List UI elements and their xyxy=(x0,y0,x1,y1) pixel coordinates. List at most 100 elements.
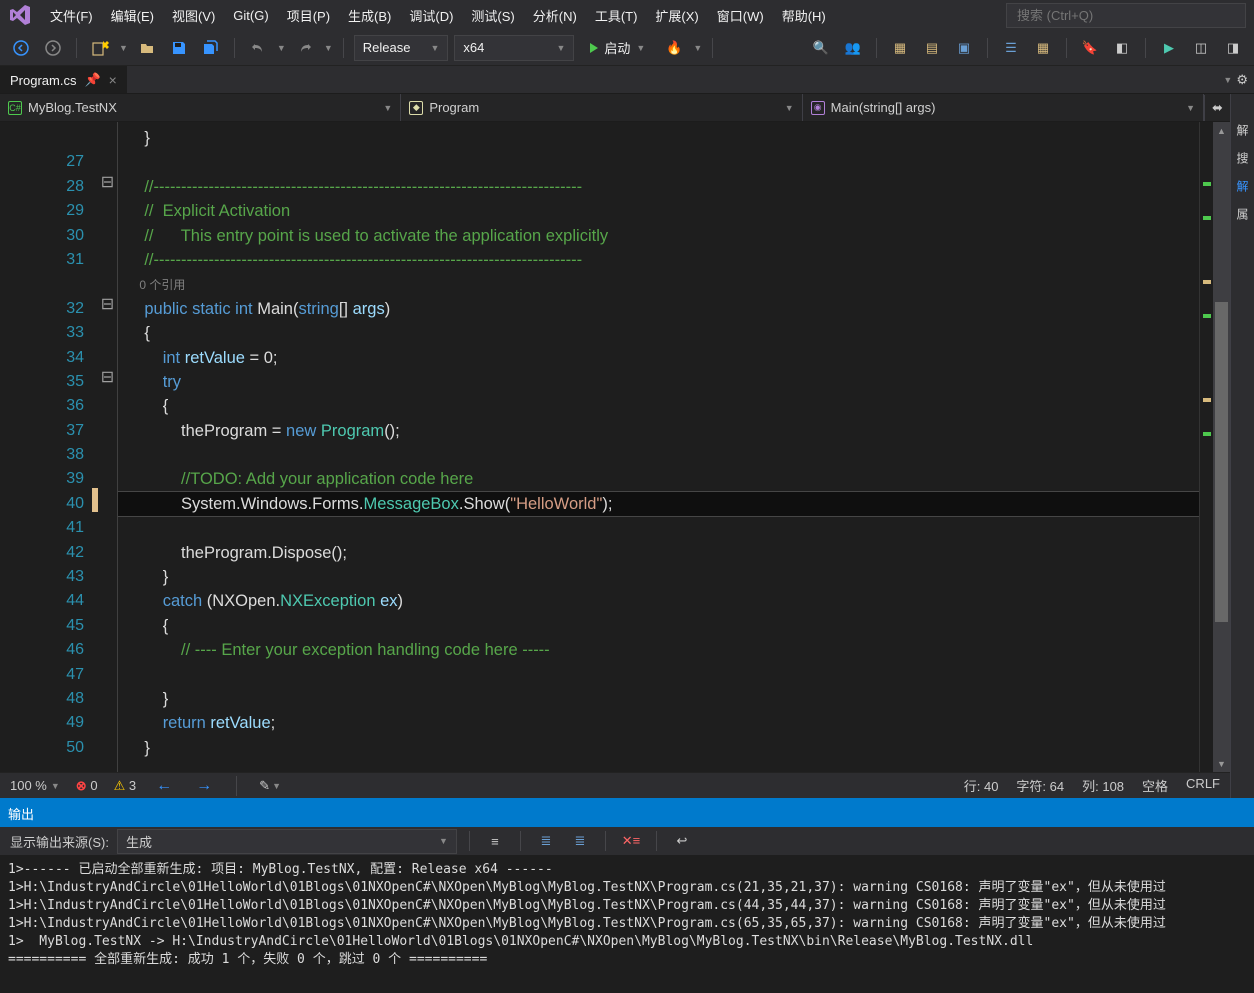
zoom-combo[interactable]: 100 %▼ xyxy=(10,778,60,793)
output-toolbar: 显示输出来源(S): 生成▼ ≡ ≣ ≣ ✕≡ ↩ xyxy=(0,827,1254,855)
bookmark-icon[interactable]: 🔖 xyxy=(1077,35,1103,61)
split-editor-icon[interactable]: ⬌ xyxy=(1204,95,1230,121)
save-button[interactable] xyxy=(166,35,192,61)
warning-count[interactable]: ⚠ 3 xyxy=(114,778,137,794)
cursor-line: 行: 40 xyxy=(964,776,999,795)
close-icon[interactable]: × xyxy=(109,72,117,88)
output-source-combo[interactable]: 生成▼ xyxy=(117,829,457,854)
tab-program-cs[interactable]: Program.cs 📌 × xyxy=(0,66,127,93)
menu-git[interactable]: Git(G) xyxy=(225,4,276,27)
settings-icon[interactable]: ⚙ xyxy=(1236,72,1248,88)
code-body[interactable]: } //------------------------------------… xyxy=(118,122,1199,772)
live-share-icon[interactable]: 👥 xyxy=(840,35,866,61)
method-icon: ◉ xyxy=(811,101,825,115)
output-tool-icon[interactable]: ≣ xyxy=(567,828,593,854)
tab-label: Program.cs xyxy=(10,73,76,88)
caret-icon[interactable]: ▼ xyxy=(119,43,128,53)
document-tabs: Program.cs 📌 × ▼ ⚙ xyxy=(0,66,1254,94)
output-tool-icon[interactable]: ≡ xyxy=(482,828,508,854)
csharp-project-icon: C# xyxy=(8,101,22,115)
tool-icon[interactable]: ▤ xyxy=(919,35,945,61)
menu-project[interactable]: 项目(P) xyxy=(279,2,338,29)
line-number-gutter: 2728293031323334353637383940414243444546… xyxy=(0,122,92,772)
sidebar-tab-properties[interactable]: 属 xyxy=(1234,208,1251,220)
tool-icon[interactable]: ◧ xyxy=(1109,35,1135,61)
code-editor[interactable]: 2728293031323334353637383940414243444546… xyxy=(0,122,1230,772)
tab-overflow-icon[interactable]: ▼ xyxy=(1223,75,1232,85)
tool-icon[interactable]: ☰ xyxy=(998,35,1024,61)
start-debug-button[interactable]: 启动▼ xyxy=(580,35,655,60)
tool-icon[interactable]: ▶ xyxy=(1156,35,1182,61)
next-issue-button[interactable]: → xyxy=(192,777,216,795)
nav-method-combo[interactable]: ◉ Main(string[] args)▼ xyxy=(803,94,1204,121)
tool-icon[interactable]: ▣ xyxy=(951,35,977,61)
overview-ruler[interactable] xyxy=(1199,122,1213,772)
config-combo[interactable]: Release▼ xyxy=(354,35,449,61)
open-button[interactable] xyxy=(134,35,160,61)
sidebar-tab-search[interactable]: 搜 xyxy=(1234,152,1251,164)
pin-icon[interactable]: 📌 xyxy=(84,72,100,88)
cursor-col: 列: 108 xyxy=(1082,776,1124,795)
visual-studio-logo-icon xyxy=(8,3,32,27)
right-tool-tabs: 解 搜 解 属 xyxy=(1230,94,1254,798)
scroll-up-icon[interactable]: ▲ xyxy=(1213,122,1230,139)
new-item-button[interactable] xyxy=(87,35,113,61)
menu-test[interactable]: 测试(S) xyxy=(463,2,522,29)
menu-file[interactable]: 文件(F) xyxy=(42,2,101,29)
menu-debug[interactable]: 调试(D) xyxy=(401,2,461,29)
scrollbar-thumb[interactable] xyxy=(1215,302,1228,622)
cursor-char: 字符: 64 xyxy=(1016,776,1064,795)
menu-bar: 文件(F) 编辑(E) 视图(V) Git(G) 项目(P) 生成(B) 调试(… xyxy=(0,0,1254,30)
sidebar-tab-solution[interactable]: 解 xyxy=(1234,124,1251,136)
tool-icon[interactable]: ◫ xyxy=(1188,35,1214,61)
output-title[interactable]: 输出 xyxy=(0,800,1254,827)
play-icon xyxy=(590,43,598,53)
scroll-down-icon[interactable]: ▼ xyxy=(1213,755,1230,772)
menu-tools[interactable]: 工具(T) xyxy=(587,2,646,29)
redo-button[interactable] xyxy=(292,35,318,61)
insert-mode[interactable]: 空格 xyxy=(1142,776,1168,795)
pen-icon[interactable]: ✎▼ xyxy=(257,773,283,799)
menu-edit[interactable]: 编辑(E) xyxy=(103,2,162,29)
menu-extensions[interactable]: 扩展(X) xyxy=(647,2,706,29)
class-icon: ◆ xyxy=(409,101,423,115)
search-input[interactable] xyxy=(1006,3,1246,28)
nav-fwd-button[interactable] xyxy=(40,35,66,61)
tool-icon[interactable]: ▦ xyxy=(887,35,913,61)
output-text[interactable]: 1>------ 已启动全部重新生成: 项目: MyBlog.TestNX, 配… xyxy=(0,855,1254,993)
menu-analyze[interactable]: 分析(N) xyxy=(525,2,585,29)
editor-status-bar: 100 %▼ ⊗ 0 ⚠ 3 ← → ✎▼ 行: 40 字符: 64 列: 10… xyxy=(0,772,1230,798)
tool-icon[interactable]: ▦ xyxy=(1030,35,1056,61)
error-icon: ⊗ xyxy=(76,778,87,793)
caret-icon[interactable]: ▼ xyxy=(277,43,286,53)
error-count[interactable]: ⊗ 0 xyxy=(76,778,98,794)
clear-output-icon[interactable]: ✕≡ xyxy=(618,828,644,854)
output-panel: 输出 显示输出来源(S): 生成▼ ≡ ≣ ≣ ✕≡ ↩ 1>------ 已启… xyxy=(0,798,1254,993)
prev-issue-button[interactable]: ← xyxy=(152,777,176,795)
undo-button[interactable] xyxy=(245,35,271,61)
main-toolbar: ▼ ▼ ▼ Release▼ x64▼ 启动▼ 🔥 ▼ 🔍 👥 ▦ ▤ ▣ ☰ … xyxy=(0,30,1254,66)
fold-gutter[interactable]: ⊟⊟⊟ xyxy=(98,122,118,772)
hot-reload-button[interactable]: 🔥 xyxy=(661,35,687,61)
code-nav-bar: C# MyBlog.TestNX▼ ◆ Program▼ ◉ Main(stri… xyxy=(0,94,1230,122)
platform-combo[interactable]: x64▼ xyxy=(454,35,574,61)
lightbulb-icon[interactable]: 💡 xyxy=(118,494,121,518)
find-in-files-icon[interactable]: 🔍 xyxy=(808,35,834,61)
sidebar-tab-resources[interactable]: 解 xyxy=(1234,180,1251,192)
menu-build[interactable]: 生成(B) xyxy=(340,2,399,29)
nav-project-combo[interactable]: C# MyBlog.TestNX▼ xyxy=(0,94,401,121)
vertical-scrollbar[interactable]: ▲ ▼ xyxy=(1213,122,1230,772)
save-all-button[interactable] xyxy=(198,35,224,61)
nav-back-button[interactable] xyxy=(8,35,34,61)
menu-window[interactable]: 窗口(W) xyxy=(709,2,772,29)
wrap-icon[interactable]: ↩ xyxy=(669,828,695,854)
caret-icon[interactable]: ▼ xyxy=(324,43,333,53)
line-ending[interactable]: CRLF xyxy=(1186,776,1220,795)
caret-icon[interactable]: ▼ xyxy=(693,43,702,53)
output-source-label: 显示输出来源(S): xyxy=(10,832,109,851)
menu-help[interactable]: 帮助(H) xyxy=(774,2,834,29)
output-tool-icon[interactable]: ≣ xyxy=(533,828,559,854)
tool-icon[interactable]: ◨ xyxy=(1220,35,1246,61)
menu-view[interactable]: 视图(V) xyxy=(164,2,223,29)
nav-class-combo[interactable]: ◆ Program▼ xyxy=(401,94,802,121)
